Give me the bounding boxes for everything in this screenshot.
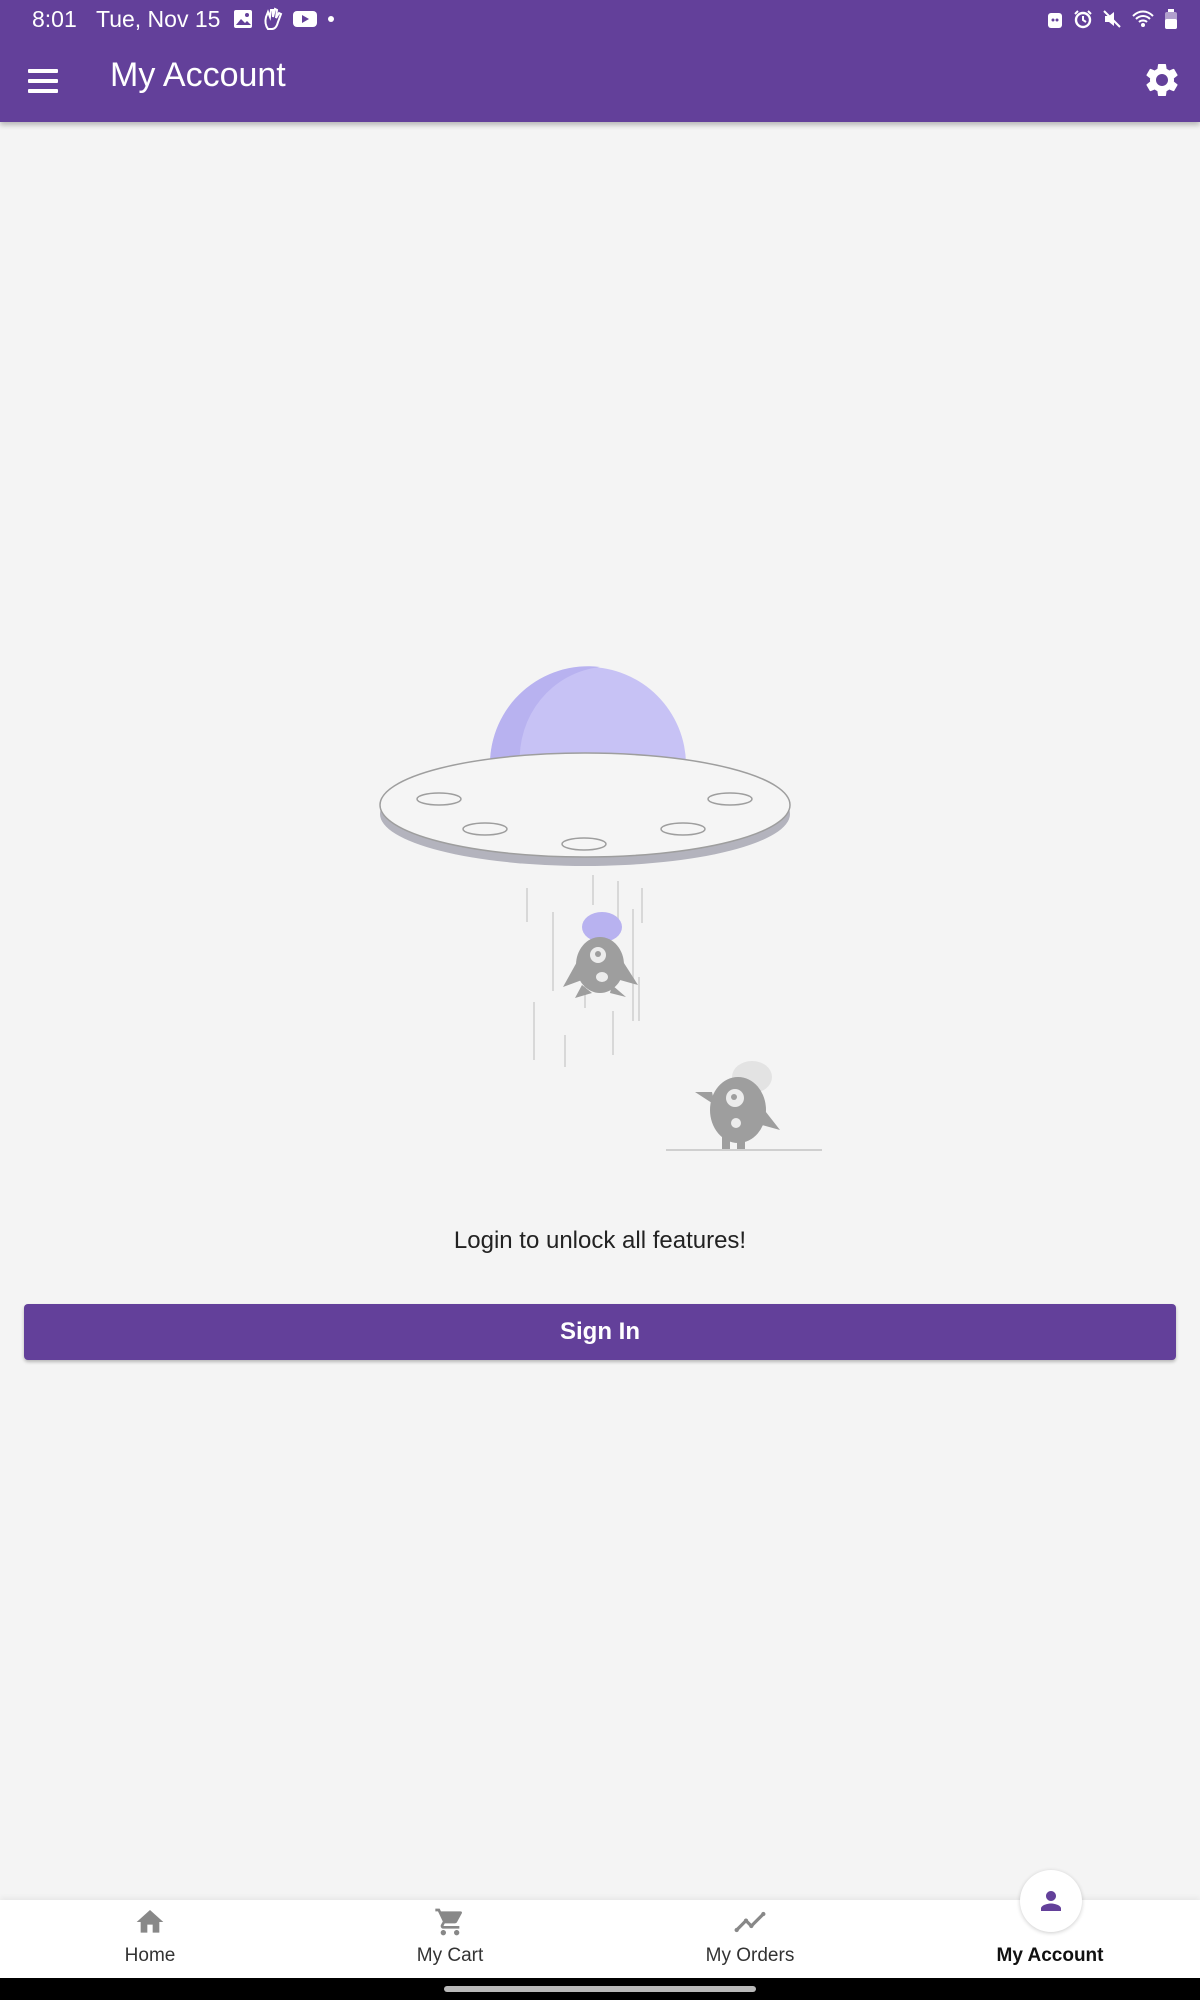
menu-button[interactable] xyxy=(22,60,64,102)
nav-item-account[interactable]: My Account xyxy=(900,1870,1200,1978)
notification-icons xyxy=(232,6,336,32)
mute-icon xyxy=(1103,10,1121,28)
status-bar: 8:01 Tue, Nov 15 xyxy=(0,0,1200,38)
nav-label-cart: My Cart xyxy=(416,1945,484,1967)
bottom-navigation: Home My Cart My Orders My Account xyxy=(0,1870,1200,1978)
home-icon xyxy=(136,1910,164,1933)
hand-icon xyxy=(264,7,283,30)
nav-item-home[interactable]: Home xyxy=(0,1900,300,1978)
wifi-icon xyxy=(1132,10,1154,27)
person-icon xyxy=(1041,1891,1061,1911)
nav-label-account: My Account xyxy=(996,1945,1104,1967)
status-date: Tue, Nov 15 xyxy=(96,6,221,32)
nav-label-home: Home xyxy=(124,1945,176,1967)
nav-item-cart[interactable]: My Cart xyxy=(300,1900,600,1978)
cart-icon xyxy=(435,1908,463,1936)
login-prompt: Login to unlock all features! xyxy=(453,1227,747,1254)
page-title: My Account xyxy=(110,56,286,94)
ufo-illustration xyxy=(379,666,822,1151)
battery-icon xyxy=(1165,9,1177,29)
gesture-bar xyxy=(0,1978,1200,2000)
menu-icon-line xyxy=(28,79,58,83)
gallery-icon xyxy=(234,10,252,28)
nav-item-orders[interactable]: My Orders xyxy=(600,1900,900,1978)
menu-icon-line xyxy=(28,89,58,93)
orders-trend-icon xyxy=(734,1911,766,1933)
home-gesture-handle[interactable] xyxy=(444,1986,756,1992)
sign-in-button[interactable]: Sign In xyxy=(24,1304,1176,1360)
menu-icon xyxy=(28,69,58,73)
app-bar: 8:01 Tue, Nov 15 My Account xyxy=(0,0,1200,122)
gear-icon[interactable] xyxy=(1142,60,1182,100)
system-icons xyxy=(1046,6,1178,32)
alarm-icon xyxy=(1074,10,1092,29)
status-time: 8:01 xyxy=(32,6,77,32)
active-tab-indicator xyxy=(1020,1870,1082,1932)
android-lock-icon xyxy=(1048,13,1062,28)
dot-icon xyxy=(328,16,334,22)
youtube-icon xyxy=(293,11,317,27)
nav-label-orders: My Orders xyxy=(705,1945,795,1967)
